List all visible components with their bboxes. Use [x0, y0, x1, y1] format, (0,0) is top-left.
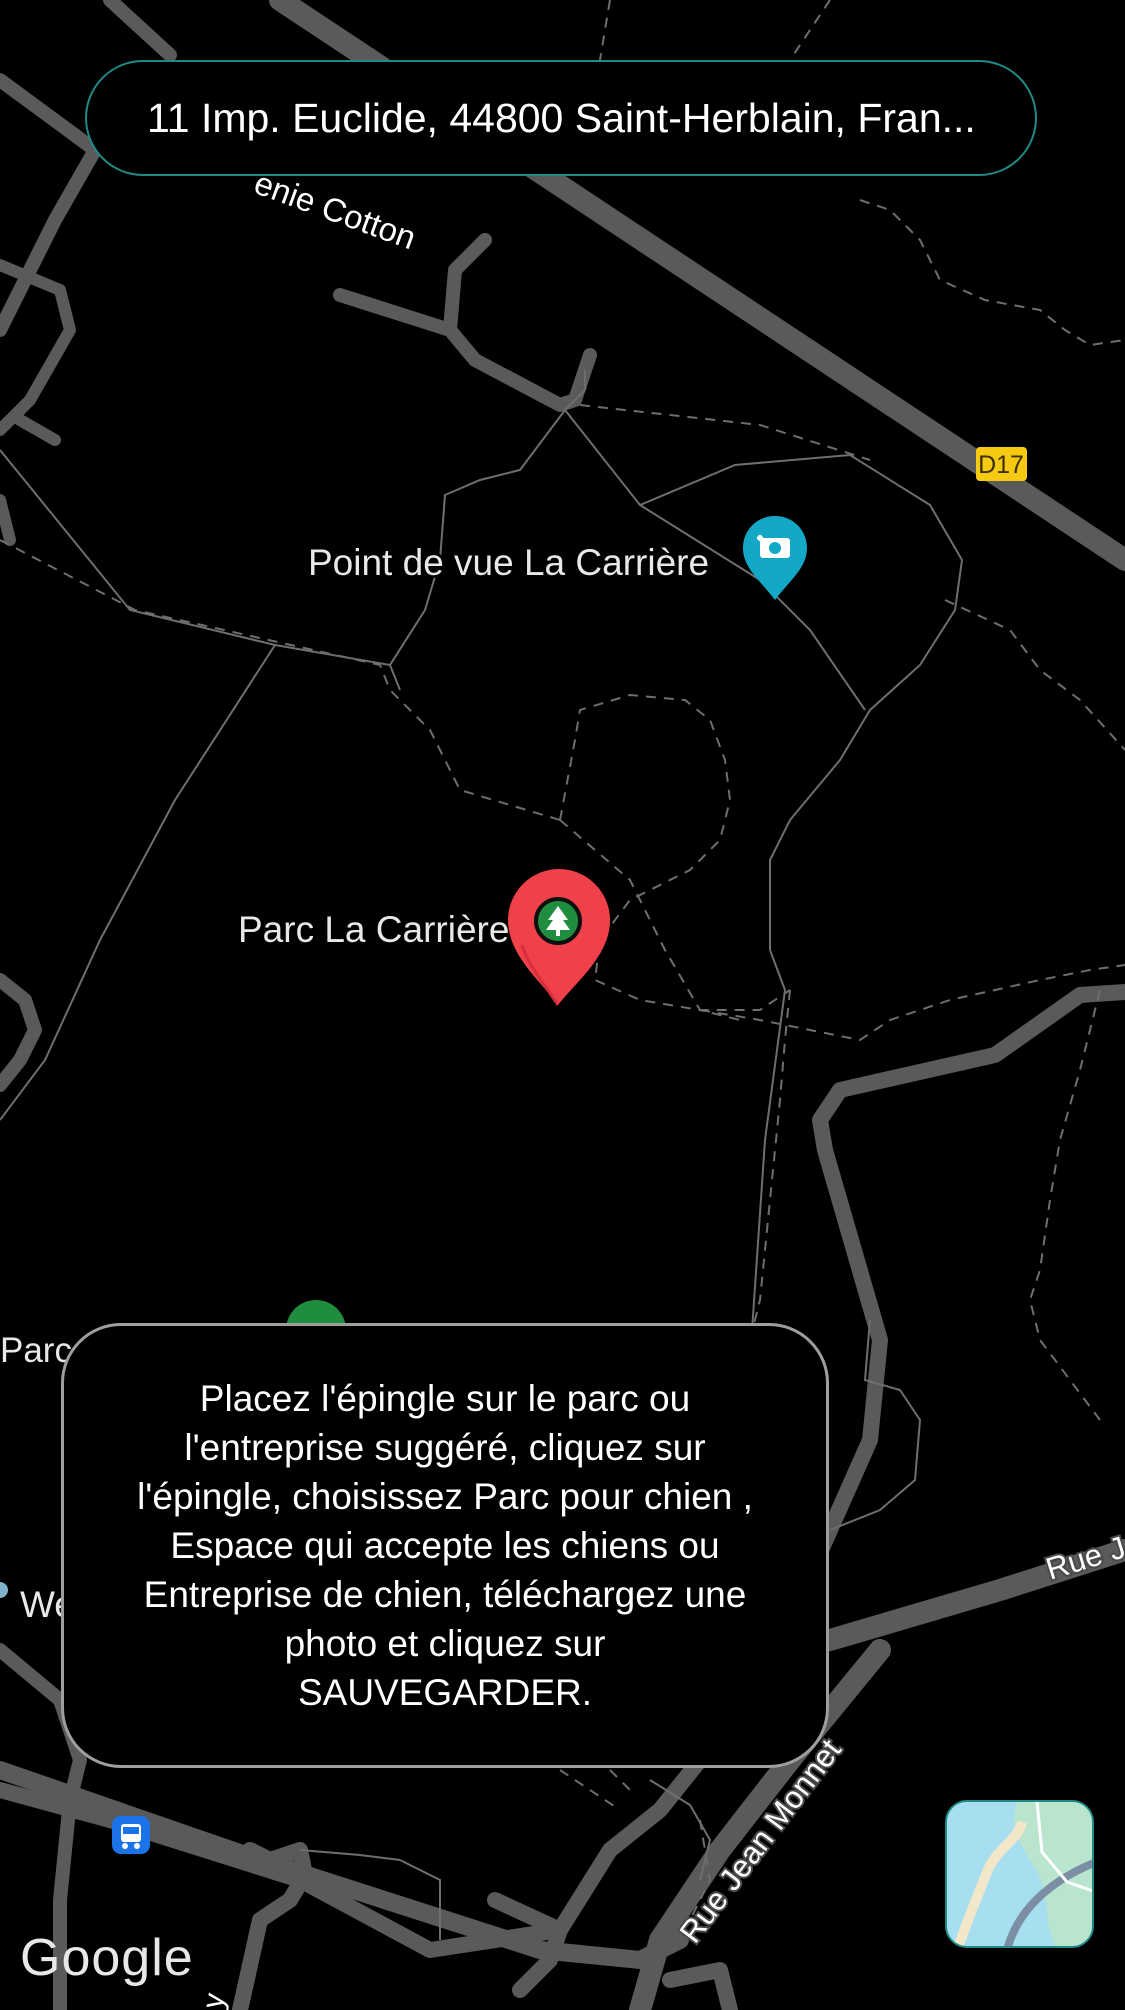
street-label-cotton: enie Cotton [250, 164, 421, 257]
poi-label-viewpoint[interactable]: Point de vue La Carrière [306, 540, 712, 586]
poi-partial-icon [0, 1582, 8, 1598]
bus-stop-icon[interactable] [112, 1816, 150, 1854]
map-type-button[interactable] [945, 1800, 1094, 1948]
park-path-c [0, 370, 586, 1121]
road-bottom-left-b [0, 973, 42, 1092]
selected-location-pin[interactable] [508, 869, 610, 1006]
search-address-field[interactable]: 11 Imp. Euclide, 44800 Saint-Herblain, F… [85, 60, 1037, 176]
street-label-bottom: y [196, 1991, 231, 2010]
road-bottom-roundabout [662, 1962, 738, 2010]
street-label-rue-j: Rue J [1042, 1530, 1125, 1587]
trail-loop [559, 693, 791, 1011]
google-logo: Google [20, 1929, 194, 1987]
satellite-map-thumbnail-icon [947, 1802, 1092, 1946]
road-cotton [333, 233, 597, 412]
viewpoint-marker[interactable] [743, 516, 807, 600]
trail-center [559, 599, 1125, 1021]
instruction-dialog: Placez l'épingle sur le parc ou l'entrep… [61, 1323, 829, 1768]
map-screen: D17 enie Cotton Rue J Rue Jean Monnet y … [0, 0, 1125, 2010]
instruction-text: Placez l'épingle sur le parc ou l'entrep… [137, 1378, 753, 1713]
poi-label-park[interactable]: Parc La Carrière [236, 907, 512, 953]
road-badge-d17: D17 [978, 451, 1024, 479]
